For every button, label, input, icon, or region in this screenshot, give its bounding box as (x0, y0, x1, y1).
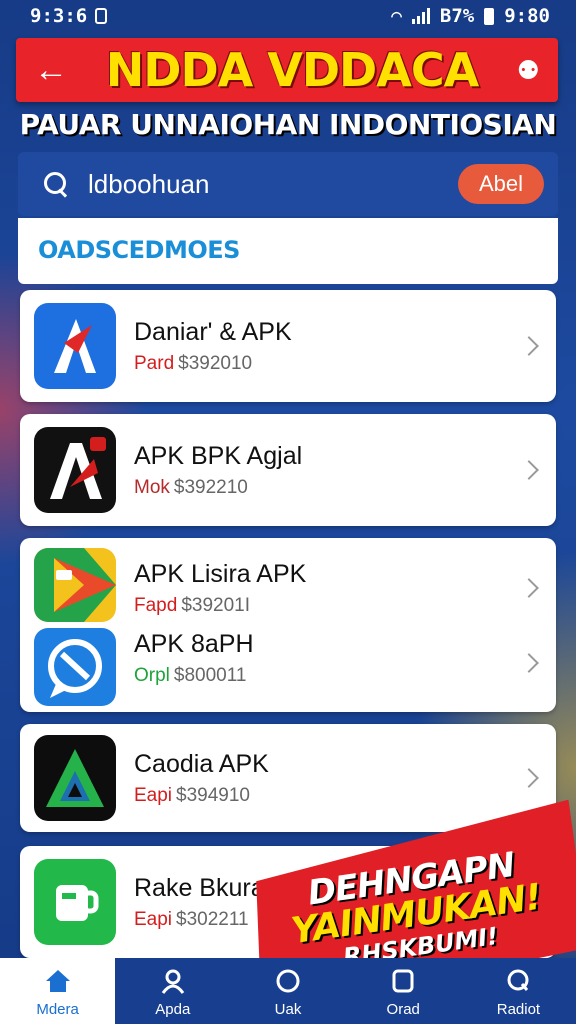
app-card: Caodia APK Eapi $394910 (20, 724, 556, 832)
nav-item-orad[interactable]: Orad (346, 958, 461, 1024)
app-card: Daniar' & APK Pard $392010 (20, 290, 556, 402)
search-input[interactable] (88, 168, 458, 200)
nav-label: Uak (274, 1001, 302, 1018)
app-card: APK Lisira APK Fapd $39201I APK 8aPH Orpl… (20, 538, 556, 712)
list-item[interactable]: Daniar' & APK Pard $392010 (20, 296, 556, 396)
status-clock: 9:80 (504, 5, 550, 27)
search-icon (44, 172, 68, 196)
lightbulb-icon[interactable]: ⚉ (516, 55, 540, 86)
nav-item-apps[interactable]: Apda (115, 958, 230, 1024)
square-icon (389, 967, 417, 995)
nav-item-home[interactable]: Mdera (0, 958, 116, 1024)
status-time: 9:3:6 (30, 5, 88, 27)
app-name: APK BPK Agjal (134, 441, 303, 470)
page-subtitle: PAUAR UNNAIOHAN INDONTIOSIAN (19, 108, 557, 141)
green-triangle-icon (34, 735, 116, 821)
nav-label: Orad (386, 1001, 420, 1018)
search-button[interactable]: Abel (458, 164, 544, 204)
app-tag: Pard (134, 352, 175, 374)
app-name: Caodia APK (134, 749, 269, 778)
list-item[interactable]: APK 8aPH Orpl $800011 (20, 610, 556, 710)
circle-icon (274, 967, 302, 995)
notification-icon (95, 8, 108, 24)
search-icon (504, 967, 532, 995)
page-title: NDDA VDDACA (105, 43, 479, 97)
a-logo-icon (34, 427, 116, 513)
bottom-navigation: Mdera Apda Uak Orad Radiot (0, 958, 576, 1024)
signal-icon (411, 8, 430, 24)
app-price: $392210 (173, 476, 248, 498)
chevron-right-icon (519, 653, 539, 673)
app-price: $800011 (173, 665, 247, 686)
back-arrow-icon[interactable]: ← (34, 51, 68, 90)
search-bar: Abel (18, 152, 558, 216)
app-tag: Orpl (134, 665, 170, 686)
nav-label: Radiot (496, 1001, 541, 1018)
wifi-icon: ◠ (391, 5, 402, 27)
app-name: APK 8aPH (134, 630, 254, 658)
section-header: OADSCEDMOES (18, 218, 558, 284)
list-item[interactable]: APK BPK Agjal Mok $392210 (20, 420, 556, 520)
home-icon (44, 967, 72, 995)
app-price: $392010 (178, 352, 253, 374)
app-header: ← NDDA VDDACA ⚉ (16, 38, 558, 102)
app-name: Daniar' & APK (134, 317, 292, 346)
chevron-right-icon (519, 460, 539, 480)
nav-item-search[interactable]: Radiot (461, 958, 576, 1024)
app-price: $302211 (176, 908, 249, 930)
chat-bubble-icon (34, 628, 116, 706)
chevron-right-icon (519, 336, 539, 356)
list-item[interactable]: Caodia APK Eapi $394910 (20, 728, 556, 828)
battery-icon (484, 7, 495, 25)
nav-label: Apda (155, 1001, 191, 1018)
chevron-right-icon (519, 578, 539, 598)
triangle-a-icon (34, 303, 116, 389)
nav-item-uak[interactable]: Uak (230, 958, 345, 1024)
person-icon (159, 967, 187, 995)
app-tag: Mok (134, 476, 170, 498)
battery-percent: B7% (439, 5, 475, 27)
app-card: APK BPK Agjal Mok $392210 (20, 414, 556, 526)
app-tag: Eapi (134, 908, 173, 930)
app-price: $394910 (176, 784, 250, 806)
status-bar: 9:3:6 ◠ B7% 9:80 (0, 0, 576, 32)
chevron-right-icon (519, 768, 539, 788)
nav-label: Mdera (36, 1001, 79, 1018)
mug-icon (34, 859, 116, 945)
app-tag: Eapi (134, 784, 173, 806)
app-name: APK Lisira APK (134, 559, 307, 588)
